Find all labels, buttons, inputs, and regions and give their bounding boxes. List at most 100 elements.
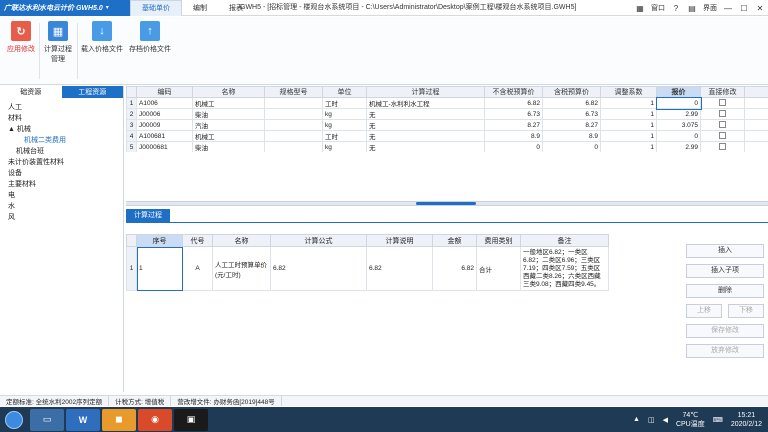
table-cell[interactable]: 无 [366,119,485,131]
calc-cell-code[interactable]: A [182,246,213,291]
tab-compile[interactable]: 编制 [182,0,218,16]
table-cell[interactable]: 0 [655,96,702,110]
table-cell[interactable] [264,97,323,109]
cpu-temperature[interactable]: 74℃ CPU温度 [676,411,705,429]
calc-col-desc[interactable]: 计算说明 [366,234,433,247]
direct-edit-checkbox-cell[interactable] [700,108,745,120]
calc-col-remarks[interactable]: 备注 [520,234,609,247]
table-cell[interactable]: 机械工-水利利水工程 [366,97,485,109]
help-icon[interactable]: ? [668,4,684,13]
direct-edit-checkbox-cell[interactable] [700,130,745,142]
table-cell[interactable]: J00006 [136,108,193,120]
table-cell[interactable]: 1 [600,108,657,120]
table-cell[interactable]: 8.27 [542,119,601,131]
col-unit[interactable]: 单位 [322,86,367,98]
volume-icon[interactable]: ◀ [663,416,668,424]
table-cell[interactable]: 0 [484,141,543,153]
minimize-icon[interactable]: — [720,4,736,13]
table-cell[interactable]: 0 [656,130,701,142]
direct-edit-checkbox-cell[interactable] [700,119,745,131]
table-row[interactable]: 4 A100681 机械工 工时无 8.9 8.9 1 0 [126,130,768,142]
tab-calc-process[interactable]: 计算过程 [126,209,170,223]
table-cell[interactable]: kg [322,108,367,120]
tab-project-resources[interactable]: 工程资源 [61,86,123,98]
calc-row[interactable]: 1 1 A 人工工时预算单价(元/工时) 6.82 6.82 6.82 合计 一… [126,246,609,291]
tree-item[interactable]: 电 [0,190,123,201]
table-cell[interactable] [264,119,323,131]
row-number[interactable]: 5 [126,141,137,153]
tree-item[interactable]: 人工 [0,102,123,113]
tree-item[interactable]: 水 [0,201,123,212]
calc-cell-remarks[interactable]: 一般地区6.82；一类区 6.82；二类区6.96；三类区 7.19；四类区7.… [520,246,609,291]
col-name[interactable]: 名称 [192,86,265,98]
panel-splitter[interactable] [126,201,768,206]
table-cell[interactable]: A100681 [136,130,193,142]
load-price-file-button[interactable]: ↓ 载入价格文件 [80,21,124,54]
table-cell[interactable]: 6.82 [542,97,601,109]
table-cell[interactable]: 1 [600,97,657,109]
col-pretax-price[interactable]: 不含税预算价 [484,86,543,98]
row-number[interactable]: 4 [126,130,137,142]
tree-item[interactable]: 未计价装置性材料 [0,157,123,168]
calc-cell-desc[interactable]: 6.82 [366,246,433,291]
tree-item[interactable]: ▲ 机械 [0,124,123,135]
table-cell[interactable]: 3.075 [656,119,701,131]
network-icon[interactable]: ◫ [648,416,655,424]
table-cell[interactable]: A1006 [136,97,193,109]
row-number[interactable]: 2 [126,108,137,120]
tree-item[interactable]: 主要材料 [0,179,123,190]
table-cell[interactable]: 工时 [322,97,367,109]
insert-button[interactable]: 插入 [686,244,764,258]
tree-item[interactable]: 材料 [0,113,123,124]
table-cell[interactable]: J00009 [136,119,193,131]
direct-edit-checkbox[interactable] [719,110,726,118]
maximize-icon[interactable]: ☐ [736,4,752,13]
table-cell[interactable]: 0 [542,141,601,153]
calc-cell-formula[interactable]: 6.82 [270,246,367,291]
tree-item[interactable]: 机械台班 [0,146,123,157]
table-cell[interactable]: 机械工 [192,97,265,109]
table-row[interactable]: 1 A1006 机械工 工时 机械工-水利利水工程 6.82 6.82 1 0 [126,96,768,110]
table-cell[interactable]: 柴油 [192,108,265,120]
table-cell[interactable]: 柴油 [192,141,265,153]
close-icon[interactable]: ✕ [752,4,768,13]
insert-child-button[interactable]: 插入子项 [686,264,764,278]
start-button[interactable] [0,407,28,432]
delete-button[interactable]: 删除 [686,284,764,298]
calc-col-name[interactable]: 名称 [212,234,271,247]
calc-cell-seq[interactable]: 1 [136,246,183,291]
splitter-handle[interactable] [416,202,476,205]
direct-edit-checkbox[interactable] [719,143,726,151]
move-down-button[interactable]: 下移 [728,304,764,318]
table-cell[interactable]: 无 [366,108,485,120]
calc-cell-name[interactable]: 人工工时预算单价(元/工时) [212,246,271,291]
col-quote[interactable]: 报价 [656,86,701,98]
save-price-file-button[interactable]: ↑ 存档价格文件 [128,21,172,54]
calc-col-code[interactable]: 代号 [182,234,213,247]
col-adjust-factor[interactable]: 调整系数 [600,86,657,98]
col-spec[interactable]: 规格型号 [264,86,323,98]
apply-changes-button[interactable]: ↻ 应用修改 [6,21,36,54]
window-menu[interactable]: 窗口 [648,3,668,13]
row-number[interactable]: 1 [126,97,137,109]
table-cell[interactable]: 工时 [322,130,367,142]
calc-col-formula[interactable]: 计算公式 [270,234,367,247]
direct-edit-checkbox[interactable] [719,132,726,140]
table-cell[interactable]: 6.73 [484,108,543,120]
taskbar-gwh5[interactable]: W [66,408,100,431]
clock[interactable]: 15:21 2020/2/12 [731,411,762,429]
calc-col-category[interactable]: 费用类别 [476,234,521,247]
save-edit-button[interactable]: 保存修改 [686,324,764,338]
row-number[interactable]: 3 [126,119,137,131]
taskbar-app-red[interactable]: ◉ [138,408,172,431]
direct-edit-checkbox[interactable] [719,121,726,129]
col-code[interactable]: 编码 [136,86,193,98]
window-menu-icon[interactable]: ▦ [632,4,648,13]
table-cell[interactable]: 8.9 [542,130,601,142]
table-cell[interactable]: 1 [600,130,657,142]
table-cell[interactable]: 6.82 [484,97,543,109]
tray-arrow-icon[interactable]: ▲ [633,416,640,423]
tree-item[interactable]: 设备 [0,168,123,179]
tab-basic-unit-price[interactable]: 基础单价 [130,0,182,16]
table-cell[interactable]: 2.99 [656,141,701,153]
